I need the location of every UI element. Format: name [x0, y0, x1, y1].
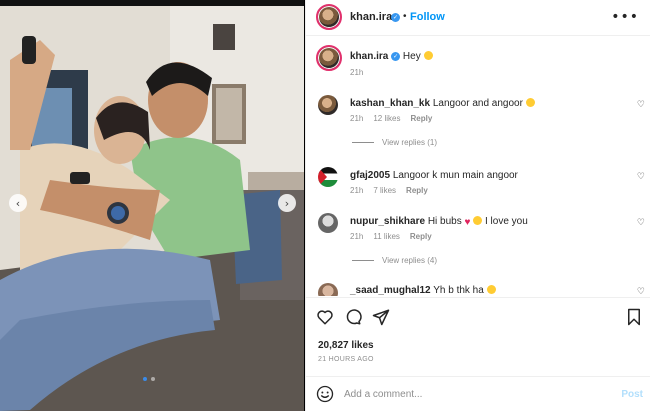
caption-time: 21h [350, 68, 364, 77]
caption-body: Hey [402, 51, 421, 62]
comment-username[interactable]: _saad_mughal12 [350, 285, 431, 296]
comment-time: 21h [350, 114, 364, 123]
reply-button[interactable]: Reply [406, 186, 428, 195]
comment-username[interactable]: gfaj2005 [350, 170, 390, 181]
divider-line [352, 260, 374, 261]
avatar[interactable] [318, 213, 338, 233]
reply-button[interactable]: Reply [410, 114, 432, 123]
comment-body: Hi bubs [427, 216, 462, 227]
comments-list[interactable]: khan.ira ✓ Hey 21h kashan_khan_kk Langoo… [306, 37, 650, 296]
comment-time: 21h [350, 232, 364, 241]
post-viewer: ‹ › khan.ira ✓ • Follow ••• khan.ira ✓ H… [0, 0, 650, 411]
add-comment-bar: Post [306, 376, 650, 411]
comment-text: _saad_mughal12 Yh b thk ha [350, 285, 496, 296]
comment-like-heart-icon[interactable]: ♡ [637, 172, 645, 182]
follow-button[interactable]: Follow [410, 11, 445, 23]
comment-like-heart-icon[interactable]: ♡ [637, 100, 645, 110]
laugh-emoji-icon [525, 98, 535, 107]
bookmark-icon[interactable] [626, 308, 642, 326]
verified-icon: ✓ [391, 51, 401, 61]
carousel-dot [151, 377, 155, 381]
carousel-indicator [143, 377, 155, 381]
avatar[interactable] [316, 45, 342, 71]
view-replies-label: View replies (4) [382, 256, 437, 265]
post-photo[interactable]: ‹ › [0, 0, 304, 411]
comment-text: nupur_shikhare Hi bubs ♥ I love you [350, 216, 528, 228]
comment-meta: 21h 12 likes Reply [350, 114, 432, 123]
comment-username[interactable]: nupur_shikhare [350, 216, 425, 227]
avatar[interactable] [316, 4, 342, 30]
caption-text: khan.ira ✓ Hey [350, 51, 433, 62]
comment-like-heart-icon[interactable]: ♡ [637, 218, 645, 228]
view-replies-label: View replies (1) [382, 138, 437, 147]
kiss-emoji-icon [473, 216, 483, 225]
comment-likes[interactable]: 12 likes [373, 114, 400, 123]
comment-meta: 21h 11 likes Reply [350, 232, 432, 241]
flag-icon [318, 167, 327, 187]
comment-like-heart-icon[interactable]: ♡ [637, 287, 645, 296]
view-replies-button[interactable]: View replies (1) [352, 138, 437, 147]
chevron-left-icon[interactable]: ‹ [9, 194, 27, 212]
comment-icon[interactable] [344, 308, 362, 326]
emoji-icon[interactable] [316, 385, 334, 403]
comment-time: 21h [350, 186, 364, 195]
comment-body: Langoor k mun main angoor [392, 170, 518, 181]
avatar[interactable] [318, 167, 338, 187]
comment-likes[interactable]: 7 likes [373, 186, 396, 195]
carousel-dot-active [143, 377, 147, 381]
photo-illustration [0, 0, 304, 411]
more-icon[interactable]: ••• [611, 9, 639, 25]
comment-body: Yh b thk ha [433, 285, 484, 296]
post-side-panel: khan.ira ✓ • Follow ••• khan.ira ✓ Hey 2… [305, 0, 650, 411]
post-header: khan.ira ✓ • Follow ••• [306, 0, 650, 36]
red-heart-icon: ♥ [464, 217, 471, 228]
post-actions: 20,827 likes 21 HOURS AGO [306, 297, 650, 375]
separator-dot: • [403, 11, 407, 22]
comment-meta: 21h 7 likes Reply [350, 186, 428, 195]
avatar[interactable] [318, 95, 338, 115]
view-replies-button[interactable]: View replies (4) [352, 256, 437, 265]
laugh-emoji-icon [486, 285, 496, 294]
comment-username[interactable]: kashan_khan_kk [350, 98, 430, 109]
comment-input[interactable] [344, 385, 604, 403]
chevron-right-icon[interactable]: › [278, 194, 296, 212]
comment-body: Langoor and angoor [432, 98, 523, 109]
post-time: 21 HOURS AGO [318, 356, 374, 363]
verified-icon: ✓ [391, 13, 400, 22]
header-username[interactable]: khan.ira [350, 11, 392, 23]
reply-button[interactable]: Reply [410, 232, 432, 241]
smile-emoji-icon [423, 51, 433, 60]
avatar[interactable] [318, 283, 338, 296]
post-comment-button[interactable]: Post [621, 389, 643, 400]
likes-count[interactable]: 20,827 likes [318, 340, 374, 351]
share-icon[interactable] [372, 308, 390, 326]
caption-username[interactable]: khan.ira [350, 51, 388, 62]
divider-line [352, 142, 374, 143]
comment-likes[interactable]: 11 likes [373, 232, 400, 241]
comment-body-2: I love you [485, 216, 528, 227]
heart-icon[interactable] [316, 308, 334, 326]
comment-text: gfaj2005 Langoor k mun main angoor [350, 170, 518, 181]
comment-text: kashan_khan_kk Langoor and angoor [350, 98, 535, 109]
caption-meta: 21h [350, 68, 363, 77]
